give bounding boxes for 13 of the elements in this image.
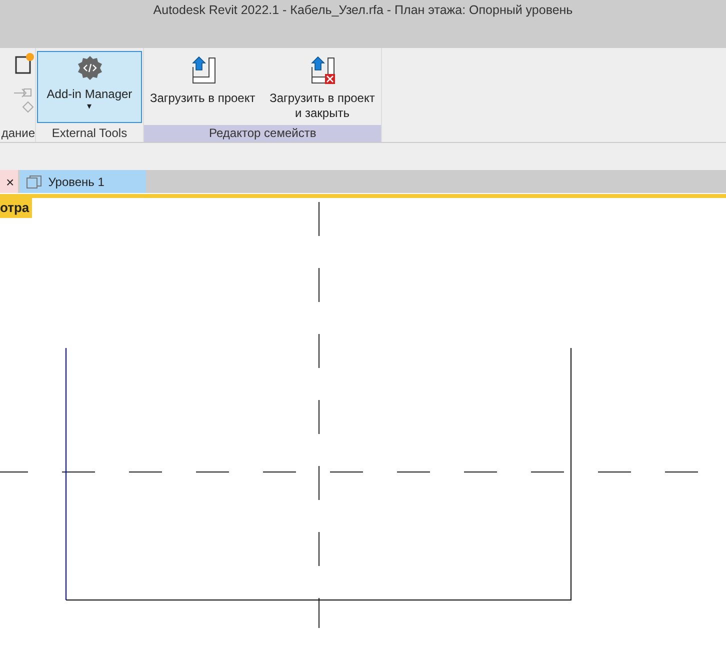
floor-plan-icon [26, 174, 42, 189]
gear-icon [76, 54, 102, 81]
panel-label: External Tools [50, 125, 128, 142]
window-title: Autodesk Revit 2022.1 - Кабель_Узел.rfa - План этажа: Опорный уровень [153, 3, 573, 19]
panel-label: Редактор семейств [144, 125, 382, 142]
load-button[interactable]: Загрузить в проект и закрыть [264, 50, 380, 123]
panel-label: дание [1, 125, 35, 142]
view-label: отра [0, 198, 32, 218]
add-in-manager-button[interactable]: Add-in Manager ▾ [37, 50, 142, 123]
upload-cancel-icon [308, 54, 336, 85]
view-tab[interactable]: Уровень 1 [20, 170, 146, 193]
view-tab[interactable]: × [0, 170, 18, 193]
load-button[interactable]: Загрузить в проект [145, 50, 260, 123]
